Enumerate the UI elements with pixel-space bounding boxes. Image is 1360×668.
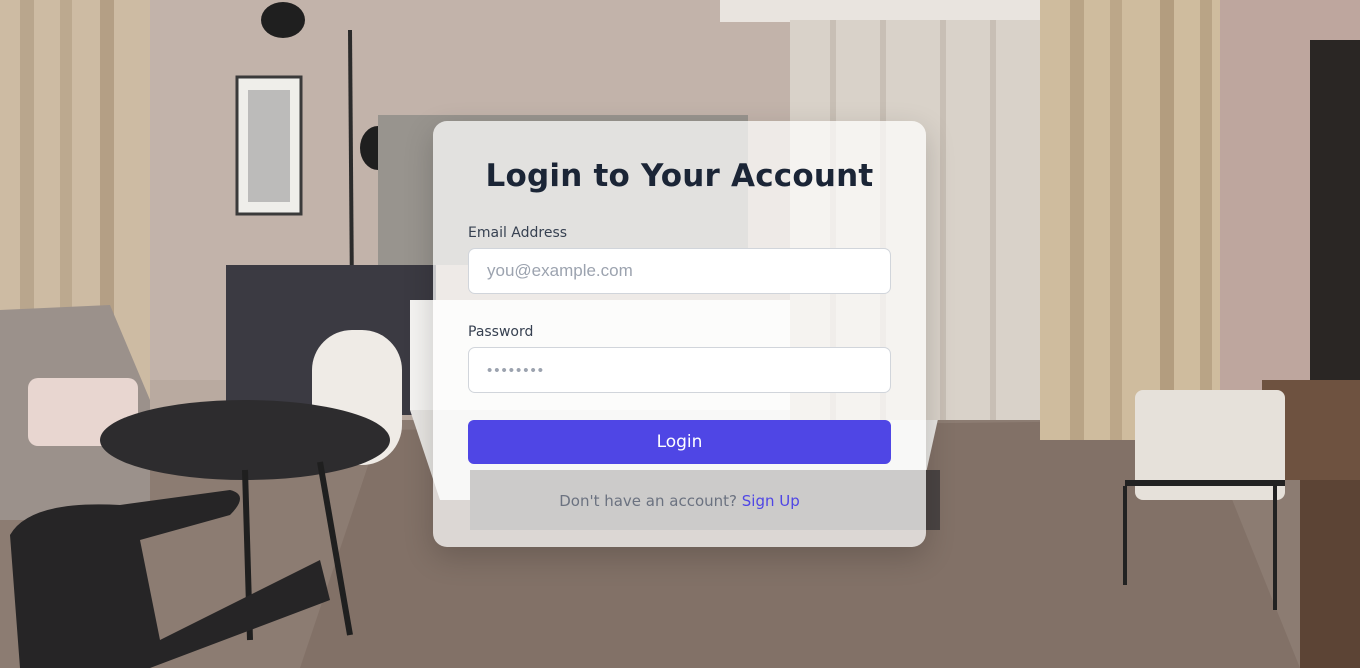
page-title: Login to Your Account: [485, 158, 874, 194]
signup-link[interactable]: Sign Up: [742, 492, 800, 510]
login-page: Login to Your Account Email Address Pass…: [0, 0, 1360, 668]
signup-prompt: Don't have an account? Sign Up: [433, 492, 926, 510]
login-button[interactable]: Login: [468, 420, 891, 464]
login-card: Login to Your Account Email Address Pass…: [433, 121, 926, 547]
password-label: Password: [468, 324, 534, 340]
email-field[interactable]: [468, 248, 891, 294]
password-field[interactable]: [468, 347, 891, 393]
signup-prompt-text: Don't have an account?: [559, 492, 737, 510]
email-label: Email Address: [468, 225, 568, 241]
